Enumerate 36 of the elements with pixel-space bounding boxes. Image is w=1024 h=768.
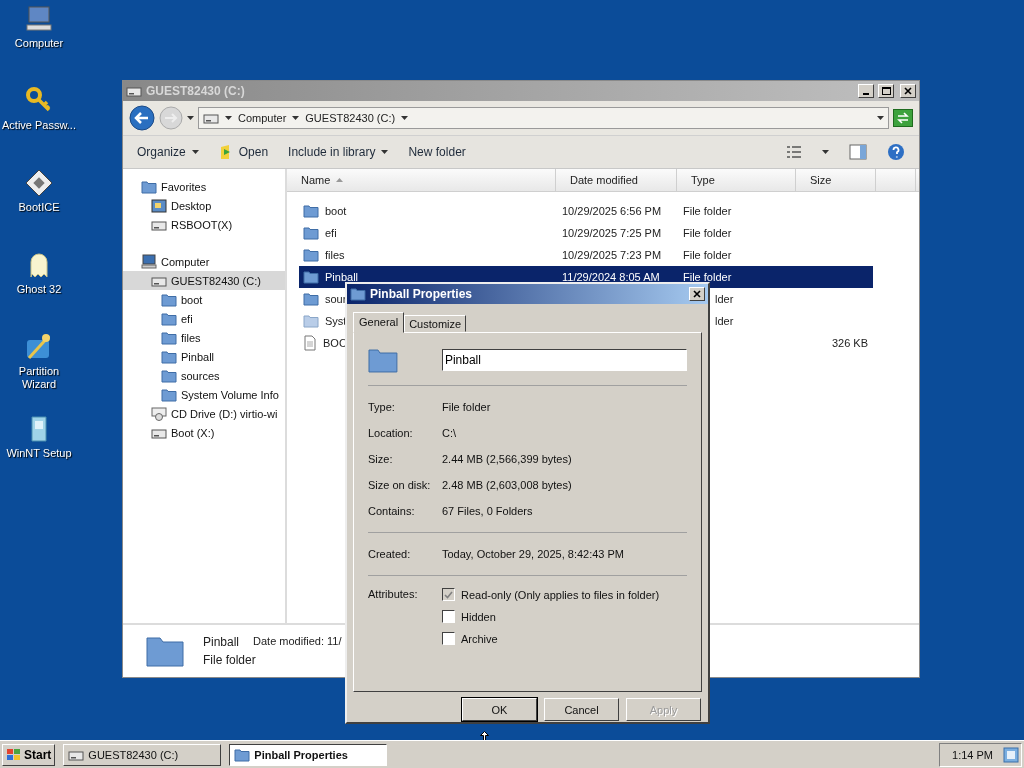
type-cell: File folder [683,271,732,283]
property-value: 67 Files, 0 Folders [442,505,533,517]
date-cell: 10/29/2025 7:25 PM [562,227,662,239]
file-name: sour [325,293,347,305]
file-name: efi [325,227,337,239]
type-cell: lder [715,293,734,305]
size-cell: 326 KB [831,337,868,349]
file-name: files [325,249,345,261]
type-cell: File folder [683,205,732,217]
file-name: Pinball [325,271,359,283]
property-value: 2.48 MB (2,603,008 bytes) [442,479,572,491]
type-cell: File folder [683,227,732,239]
property-label: Size on disk: [368,479,432,491]
date-cell: 10/29/2025 7:23 PM [562,249,662,261]
clock: 1:14 PM [952,748,993,761]
date-cell: 10/29/2025 6:56 PM [562,205,662,217]
detail-modified: Date modified: 11/ [253,635,342,649]
property-label: Size: [368,453,394,465]
property-value: File folder [442,401,491,413]
property-value: C:\ [442,427,457,439]
property-label: Type: [368,401,396,413]
property-label: Attributes: [368,588,419,602]
type-cell: File folder [683,249,732,261]
property-label: Created: [368,548,412,560]
date-cell: 11/29/2024 8:05 AM [562,271,660,283]
property-label: Contains: [368,505,416,517]
file-name: Syst [325,315,347,327]
file-name: boot [325,205,347,217]
window-title: GUEST82430 (C:) [146,84,246,98]
detail-type: File folder [203,653,257,667]
property-label: Location: [368,427,414,439]
property-value: Today, October 29, 2025, 8:42:43 PM [442,548,625,560]
dialog-title: Pinball Properties [370,287,474,301]
property-value: 2.44 MB (2,566,399 bytes) [442,453,572,465]
detail-name: Pinball [203,635,240,649]
type-cell: lder [715,315,734,327]
